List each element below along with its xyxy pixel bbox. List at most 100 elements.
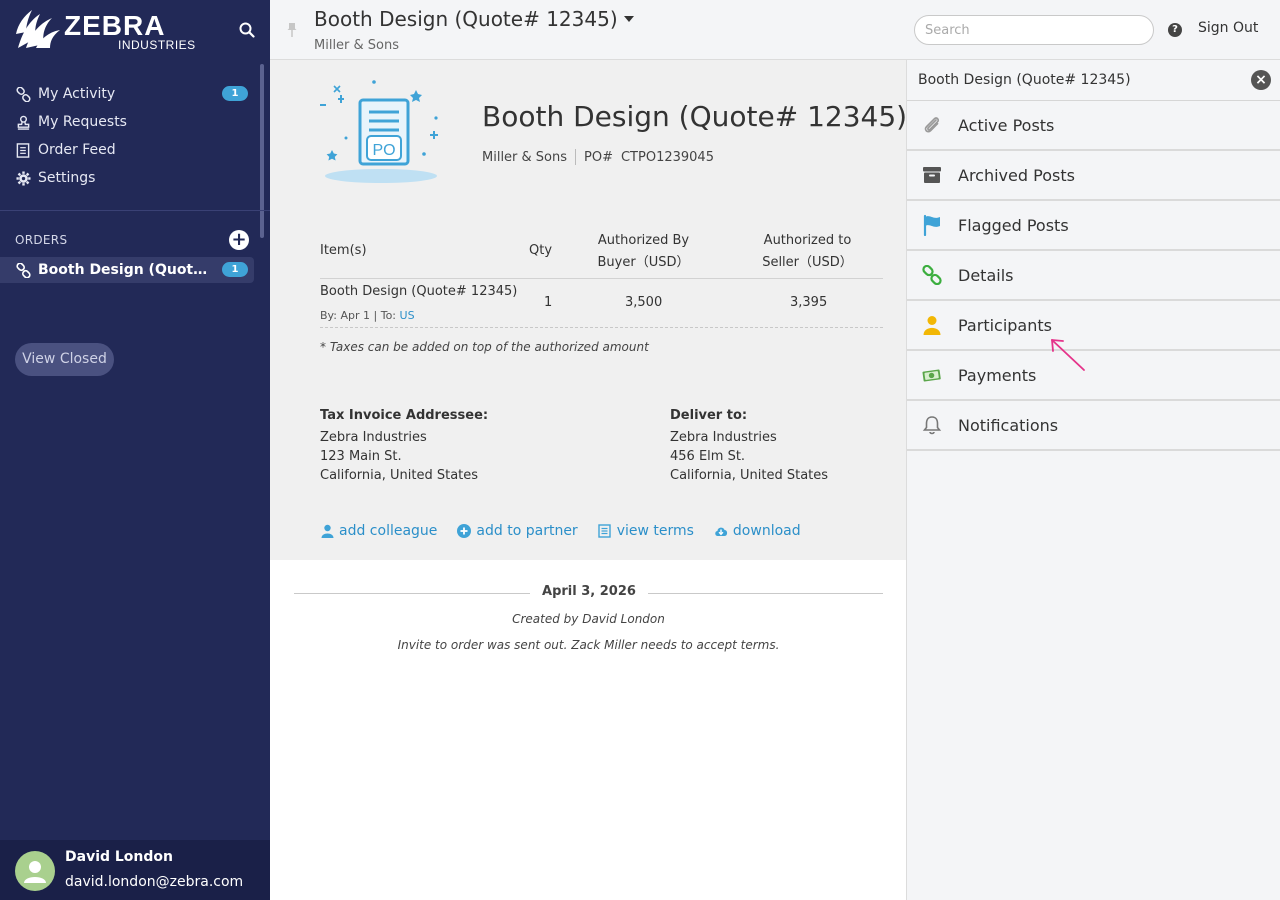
by-date: Apr 1 — [340, 309, 370, 322]
avatar — [15, 851, 55, 891]
po-illustration-label: PO — [372, 142, 395, 159]
header-subtitle: Miller & Sons — [314, 38, 400, 53]
download-button[interactable]: download — [714, 523, 801, 539]
view-terms-button[interactable]: view terms — [598, 523, 694, 539]
sidebar-order-item[interactable]: Booth Design (Quote# 12345) 1 — [0, 257, 254, 283]
tax-invoice-address: Tax Invoice Addressee: Zebra Industries … — [320, 406, 488, 485]
view-closed-button[interactable]: View Closed — [15, 343, 114, 376]
sidebar-item-label: Order Feed — [38, 142, 116, 158]
panel-item-details[interactable]: Details — [907, 251, 1280, 301]
panel-item-active-posts[interactable]: Active Posts — [907, 101, 1280, 151]
table-row-seller-amount: 3,395 — [790, 295, 828, 310]
link-icon — [15, 86, 31, 102]
table-row-buyer-amount: 3,500 — [625, 295, 663, 310]
cloud-download-icon — [714, 524, 728, 538]
details-divider: | — [373, 309, 378, 322]
column-header-buyer-line1: Authorized By — [597, 233, 690, 248]
brand-logo[interactable]: ZEBRA INDUSTRIES — [14, 8, 195, 52]
add-to-partner-button[interactable]: add to partner — [457, 523, 578, 539]
action-label: add to partner — [476, 523, 578, 539]
table-row-divider — [320, 327, 883, 328]
panel-menu: Active Posts Archived Posts Flagged Post… — [907, 100, 1280, 451]
po-label: PO# — [584, 149, 613, 165]
search-icon[interactable] — [238, 21, 256, 39]
header-title: Booth Design (Quote# 12345) — [314, 7, 618, 31]
to-location-link[interactable]: US — [400, 309, 415, 322]
panel-item-label: Payments — [958, 365, 1037, 385]
link-icon — [922, 265, 942, 285]
archive-box-icon — [922, 165, 942, 185]
activity-count-badge: 1 — [222, 86, 248, 101]
order-actions: add colleague add to partner view terms … — [320, 523, 821, 539]
header: Booth Design (Quote# 12345) Miller & Son… — [270, 0, 1280, 60]
delivery-address-line: California, United States — [670, 468, 829, 483]
panel-item-flagged-posts[interactable]: Flagged Posts — [907, 201, 1280, 251]
document-icon — [598, 524, 612, 538]
sidebar-item-my-requests[interactable]: My Requests — [0, 108, 260, 136]
sidebar-item-my-activity[interactable]: My Activity 1 — [0, 80, 260, 108]
caret-down-icon — [623, 16, 634, 22]
panel-item-participants[interactable]: Participants — [907, 301, 1280, 351]
to-label: To: — [380, 309, 397, 322]
panel-item-notifications[interactable]: Notifications — [907, 401, 1280, 451]
column-header-seller-line1: Authorized to — [763, 233, 852, 248]
help-icon[interactable]: ? — [1168, 23, 1182, 37]
order-meta: Miller & Sons PO# CTPO1239045 — [482, 149, 714, 165]
flag-icon — [922, 214, 942, 236]
user-profile[interactable]: David London david.london@zebra.com — [0, 840, 270, 900]
bell-icon — [922, 415, 942, 435]
panel-item-label: Details — [958, 265, 1014, 285]
order-side-panel: Booth Design (Quote# 12345) × Active Pos… — [906, 60, 1280, 900]
column-header-buyer: Authorized By Buyer（USD） — [585, 230, 702, 274]
person-icon — [320, 524, 334, 538]
tax-note: * Taxes can be added on top of the autho… — [320, 340, 649, 354]
close-icon[interactable]: × — [1251, 70, 1271, 90]
sidebar-nav: My Activity 1 My Requests Order Feed Set… — [0, 80, 260, 192]
user-name: David London — [65, 849, 174, 865]
panel-item-payments[interactable]: Payments — [907, 351, 1280, 401]
sidebar-item-label: Settings — [38, 170, 96, 186]
link-icon — [15, 262, 31, 278]
timeline-created-message: Created by David London — [512, 612, 665, 626]
panel-item-label: Notifications — [958, 415, 1059, 435]
annotation-arrow-icon — [1051, 339, 1085, 371]
tax-address-line: 123 Main St. — [320, 449, 402, 464]
main-content: PO Booth Design (Quote# 12345) Miller & … — [270, 60, 908, 900]
column-header-qty: Qty — [529, 243, 553, 258]
sidebar-item-order-feed[interactable]: Order Feed — [0, 136, 260, 164]
add-order-button[interactable]: + — [229, 230, 249, 250]
order-title-dropdown[interactable]: Booth Design (Quote# 12345) — [314, 7, 634, 31]
sidebar-item-settings[interactable]: Settings — [0, 164, 260, 192]
po-number: CTPO1239045 — [620, 149, 714, 165]
pin-icon[interactable] — [286, 22, 298, 38]
add-colleague-button[interactable]: add colleague — [320, 523, 437, 539]
brand-name: ZEBRA — [64, 10, 166, 41]
panel-item-archived-posts[interactable]: Archived Posts — [907, 151, 1280, 201]
user-email: david.london@zebra.com — [65, 874, 244, 890]
sign-out-button[interactable]: Sign Out — [1198, 20, 1258, 36]
timeline-divider — [648, 593, 883, 594]
table-row-item-details: By: Apr 1 | To: US — [320, 309, 415, 322]
list-icon — [15, 142, 31, 158]
table-row-qty: 1 — [544, 295, 553, 310]
order-card: PO Booth Design (Quote# 12345) Miller & … — [270, 60, 908, 560]
action-label: view terms — [616, 523, 694, 539]
order-title: Booth Design (Quote# 12345) — [482, 100, 908, 133]
column-header-seller-line2: Seller（USD） — [762, 255, 853, 270]
timeline-invite-message: Invite to order was sent out. Zack Mille… — [397, 638, 780, 652]
delivery-address-title: Deliver to: — [670, 408, 748, 423]
sidebar: ZEBRA INDUSTRIES My Activity 1 My Reques… — [0, 0, 270, 900]
sidebar-divider — [0, 210, 270, 211]
search-input[interactable] — [914, 15, 1154, 45]
paperclip-icon — [922, 115, 942, 135]
zebra-head-icon — [16, 10, 60, 48]
stamp-icon — [15, 114, 31, 130]
orders-heading: ORDERS — [15, 233, 68, 247]
company-name: Miller & Sons — [482, 149, 568, 165]
gear-icon — [15, 170, 31, 186]
sidebar-scrollbar[interactable] — [260, 64, 264, 238]
order-item-label: Booth Design (Quote# 12345) — [38, 262, 216, 278]
action-label: add colleague — [339, 523, 438, 539]
tax-address-title: Tax Invoice Addressee: — [320, 408, 489, 423]
panel-item-label: Archived Posts — [958, 165, 1075, 185]
